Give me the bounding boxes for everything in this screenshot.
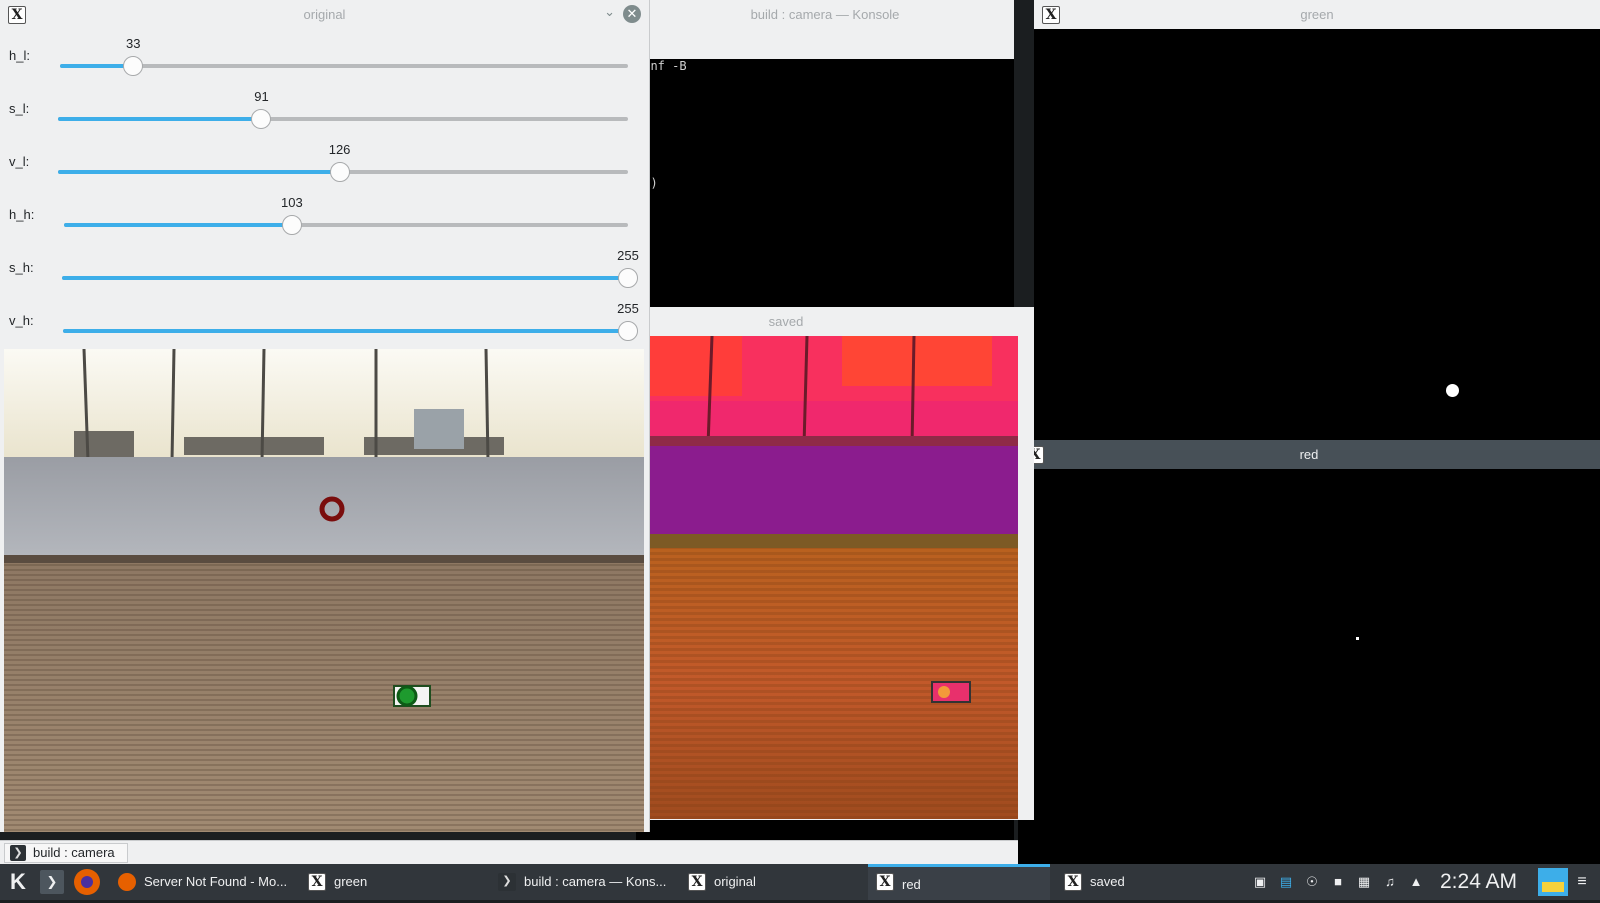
trackbar-s-l: s_l: 91 xyxy=(0,89,650,142)
konsole-title: build : camera — Konsole xyxy=(750,7,900,22)
task-firefox[interactable]: Server Not Found - Mo... xyxy=(110,864,300,900)
task-konsole[interactable]: ❯ build : camera — Kons... xyxy=(490,864,680,900)
terminal-icon: ❯ xyxy=(10,845,26,861)
task-green[interactable]: green xyxy=(300,864,490,900)
notifications-icon[interactable]: ▤ xyxy=(1278,874,1294,890)
trackbar-fill xyxy=(64,223,292,227)
konsole-tab-bar: ❯ build : camera xyxy=(0,840,1018,864)
volume-icon[interactable]: ♫ xyxy=(1382,874,1398,890)
trackbar-label: v_l: xyxy=(9,154,30,169)
trackbar-slider[interactable] xyxy=(60,56,628,76)
trackbar-h-l: h_l: 33 xyxy=(0,36,650,89)
trackbar-value: 33 xyxy=(126,36,141,51)
konsole-tab-label: build : camera xyxy=(33,845,115,860)
task-label: build : camera — Kons... xyxy=(524,874,667,889)
trackbar-fill xyxy=(58,117,262,121)
screen-icon[interactable]: ▣ xyxy=(1252,874,1268,890)
task-label: Server Not Found - Mo... xyxy=(144,874,288,889)
terminal-launcher-icon[interactable]: ❯ xyxy=(40,870,64,894)
red-title: red xyxy=(1299,447,1319,462)
trackbar-handle[interactable] xyxy=(123,56,144,76)
red-mask-dot xyxy=(1356,637,1359,640)
x-icon xyxy=(308,873,326,891)
trackbar-s-h: s_h: 255 xyxy=(0,248,650,301)
trackbar-value: 255 xyxy=(617,248,639,263)
terminal-icon: ❯ xyxy=(498,873,516,891)
task-red[interactable]: red xyxy=(868,864,1050,900)
trackbar-fill xyxy=(60,64,134,68)
taskbar: K ❯ Server Not Found - Mo... green ❯ bui… xyxy=(0,864,1600,900)
green-title: green xyxy=(1300,7,1334,22)
konsole-toolbar xyxy=(636,29,1014,59)
trackbar-label: v_h: xyxy=(9,313,34,328)
trackbar-value: 255 xyxy=(617,301,639,316)
trackbar-handle[interactable] xyxy=(281,215,302,235)
konsole-tab[interactable]: ❯ build : camera xyxy=(4,843,128,863)
trackbar-handle[interactable] xyxy=(618,268,638,288)
kde-menu-icon[interactable]: K xyxy=(6,870,30,894)
task-saved[interactable]: saved xyxy=(1056,864,1236,900)
x-icon xyxy=(688,873,706,891)
camera-frame-image xyxy=(4,349,644,832)
updates-icon[interactable]: ☉ xyxy=(1304,874,1320,890)
trackbar-label: h_h: xyxy=(9,207,35,222)
trackbar-label: s_l: xyxy=(9,101,30,116)
lock-icon[interactable]: ■ xyxy=(1330,874,1346,890)
trackbar-slider[interactable] xyxy=(58,162,628,182)
task-original[interactable]: original xyxy=(680,864,868,900)
trackbar-label: h_l: xyxy=(9,48,30,63)
green-titlebar[interactable]: green xyxy=(1034,0,1600,29)
x-icon xyxy=(1064,873,1082,891)
trackbar-value: 126 xyxy=(328,142,351,157)
green-window[interactable]: green xyxy=(1034,0,1600,440)
red-window[interactable]: red xyxy=(1018,440,1600,864)
trackbar-v-l: v_l: 126 xyxy=(0,142,650,195)
menu-icon[interactable]: ≡ xyxy=(1574,874,1590,890)
clipboard-icon[interactable]: ▦ xyxy=(1356,874,1372,890)
original-window[interactable]: original ⌄ ✕ h_l: 33 s_l: 91 v_l: 126 xyxy=(0,0,650,832)
trackbar-handle[interactable] xyxy=(618,321,638,341)
trackbar-slider[interactable] xyxy=(62,268,638,288)
trackbar-fill xyxy=(62,276,628,280)
clock[interactable]: 2:24 AM xyxy=(1440,864,1517,900)
konsole-titlebar[interactable]: build : camera — Konsole xyxy=(636,0,1014,29)
close-icon[interactable]: ✕ xyxy=(623,5,641,23)
green-mask-dot xyxy=(1446,384,1459,397)
trackbar-h-h: h_h: 103 xyxy=(0,195,650,248)
original-title: original xyxy=(303,7,346,22)
task-label: green xyxy=(334,874,368,889)
trackbar-slider[interactable] xyxy=(64,215,628,235)
task-label: red xyxy=(902,877,921,892)
firefox-icon xyxy=(118,873,136,891)
trackbar-handle[interactable] xyxy=(329,162,350,182)
trackbar-slider[interactable] xyxy=(58,109,628,129)
trackbar-fill xyxy=(58,170,340,174)
task-label: saved xyxy=(1090,874,1125,889)
trackbar-value: 103 xyxy=(280,195,303,210)
trackbar-slider[interactable] xyxy=(63,321,638,341)
trackbar-v-h: v_h: 255 xyxy=(0,301,650,354)
task-label: original xyxy=(714,874,756,889)
trackbar-value: 91 xyxy=(254,89,269,104)
trackbar-label: s_h: xyxy=(9,260,34,275)
tray-expand-icon[interactable]: ▲ xyxy=(1408,874,1424,890)
red-titlebar[interactable]: red xyxy=(1018,440,1600,469)
trackbar-fill xyxy=(63,329,628,333)
x-icon xyxy=(876,873,894,891)
chevron-down-icon[interactable]: ⌄ xyxy=(604,4,615,20)
trackbar-handle[interactable] xyxy=(251,109,272,129)
original-titlebar[interactable]: original ⌄ ✕ xyxy=(0,0,649,29)
firefox-launcher-icon[interactable] xyxy=(74,869,100,895)
pager-icon[interactable] xyxy=(1538,868,1568,896)
